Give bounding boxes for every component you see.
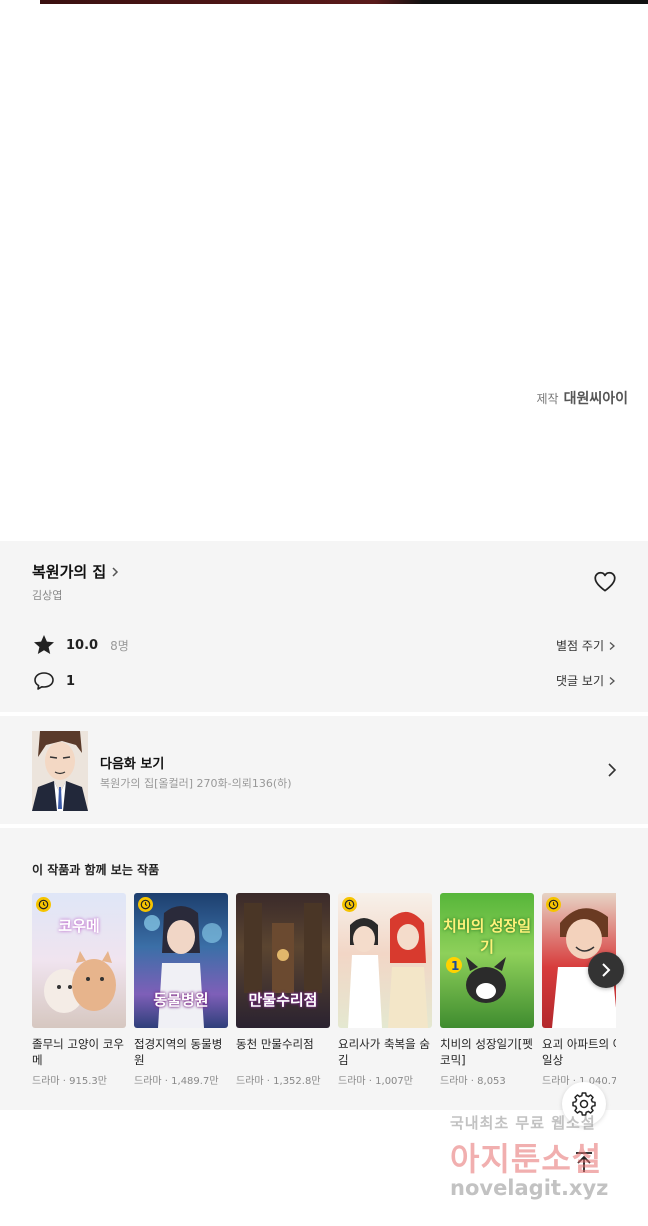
recommendation-card[interactable]: 만물수리점 동천 만물수리점 드라마 · 1,352.8만 xyxy=(236,893,330,1103)
clock-badge xyxy=(138,897,153,912)
view-count: 1,489.7만 xyxy=(171,1076,219,1087)
genre: 드라마 xyxy=(542,1076,570,1087)
credit-label: 제작 xyxy=(536,392,559,406)
cover-title-text: 코우메 xyxy=(58,917,100,935)
author-name: 김상엽 xyxy=(32,589,63,602)
star-icon xyxy=(34,635,54,654)
cover-title-text: 만물수리점 xyxy=(248,991,318,1009)
clock-icon xyxy=(140,899,151,910)
view-count: 1,007만 xyxy=(375,1076,413,1087)
comment-count: 1 xyxy=(66,673,76,689)
meta-separator: · xyxy=(263,1076,274,1087)
recommendation-title: 요괴 아파트의 아한 일상 xyxy=(542,1037,616,1067)
scroll-to-top-button[interactable] xyxy=(562,1140,606,1184)
view-count: 8,053 xyxy=(477,1076,506,1087)
cat-illustration xyxy=(44,951,116,1013)
recommendation-meta: 드라마 · 8,053 xyxy=(440,1072,534,1087)
production-credit: 제작 대원씨아이 xyxy=(537,388,629,408)
recommendation-cover xyxy=(338,893,432,1028)
svg-text:1: 1 xyxy=(451,959,459,973)
series-info-panel: 복원가의 집 김상엽 10.0 8명 별점 주기 1 댓글 보기 xyxy=(0,541,648,712)
recommendation-card[interactable]: 코우메 졸무늬 고양이 코우메 드라마 · 915.3만 xyxy=(32,893,126,1103)
carousel-next-button[interactable] xyxy=(588,952,624,988)
recommendation-meta: 드라마 · 915.3만 xyxy=(32,1072,126,1087)
recommendation-title: 요리사가 축복을 숨김 xyxy=(338,1037,430,1067)
next-episode-label: 다음화 보기 xyxy=(100,757,165,772)
comment-bubble-icon xyxy=(34,672,54,690)
view-comments-button[interactable]: 댓글 보기 xyxy=(556,672,616,689)
meta-separator: · xyxy=(467,1076,478,1087)
cover-title-text: 동물병원 xyxy=(153,991,209,1009)
next-episode-thumbnail xyxy=(32,731,88,811)
next-episode-button[interactable]: 다음화 보기 복원가의 집[올컬러] 270화-의뢰136(하) xyxy=(0,716,648,824)
recommendation-cover: 코우메 xyxy=(32,893,126,1028)
meta-separator: · xyxy=(161,1076,172,1087)
series-title-link[interactable]: 복원가의 집 xyxy=(32,561,120,582)
chevron-right-icon xyxy=(608,763,617,777)
genre: 드라마 xyxy=(134,1076,162,1087)
recommendations-section: 이 작품과 함께 보는 작품 코우메 졸무늬 고양이 코우메 드라마 · 915… xyxy=(0,828,648,1110)
recommendation-card[interactable]: 요괴 아파트의 아한 일상 드라마 · 1,040.7 xyxy=(542,893,616,1103)
recommendation-cover: 1 치비의 성장일기 xyxy=(440,893,534,1028)
next-episode-subtitle: 복원가의 집[올컬러] 270화-의뢰136(하) xyxy=(100,777,292,790)
cover-title-text: 치비의 성장일기 xyxy=(442,917,532,956)
settings-button[interactable] xyxy=(562,1082,606,1126)
genre: 드라마 xyxy=(440,1076,468,1087)
series-title: 복원가의 집 xyxy=(32,563,107,581)
favorite-button[interactable] xyxy=(592,569,618,595)
chevron-right-icon xyxy=(602,963,611,977)
dog-illustration: 1 xyxy=(446,957,506,1003)
clock-icon xyxy=(38,899,49,910)
meta-separator: · xyxy=(365,1076,376,1087)
chevron-right-icon xyxy=(609,641,615,650)
clock-badge xyxy=(36,897,51,912)
recommendation-cover: 동물병원 xyxy=(134,893,228,1028)
recommendation-card[interactable]: 요리사가 축복을 숨김 드라마 · 1,007만 xyxy=(338,893,432,1103)
clock-badge xyxy=(546,897,561,912)
genre: 드라마 xyxy=(338,1076,366,1087)
chevron-right-icon xyxy=(112,566,119,577)
rating-summary: 10.0 8명 xyxy=(32,633,129,657)
chevron-right-icon xyxy=(609,676,615,685)
heart-outline-icon xyxy=(594,571,616,592)
studio-name: 대원씨아이 xyxy=(563,391,628,407)
recommendation-card[interactable]: 1 치비의 성장일기 치비의 성장일기[펫코믹] 드라마 · 8,053 xyxy=(440,893,534,1103)
recommendation-meta: 드라마 · 1,489.7만 xyxy=(134,1072,228,1087)
recommendation-title: 접경지역의 동물병원 xyxy=(134,1037,223,1067)
recommendation-cover: 만물수리점 xyxy=(236,893,330,1028)
viewer-page: 제작 대원씨아이 복원가의 집 김상엽 10.0 8명 별점 주기 1 댓글 보… xyxy=(0,0,648,1226)
recommendation-title: 동천 만물수리점 xyxy=(236,1037,314,1051)
recommendation-title: 치비의 성장일기[펫코믹] xyxy=(440,1037,533,1067)
comic-image-bottom-edge xyxy=(40,0,648,4)
genre: 드라마 xyxy=(32,1076,60,1087)
recommendation-meta: 드라마 · 1,007만 xyxy=(338,1072,432,1087)
meta-separator: · xyxy=(59,1076,70,1087)
view-count: 915.3만 xyxy=(69,1076,107,1087)
clock-badge xyxy=(342,897,357,912)
rating-count: 8명 xyxy=(110,638,129,653)
recommendation-meta: 드라마 · 1,352.8만 xyxy=(236,1072,330,1087)
rate-label: 별점 주기 xyxy=(556,639,604,653)
rating-value: 10.0 xyxy=(66,637,99,653)
genre: 드라마 xyxy=(236,1076,264,1087)
recommendations-heading: 이 작품과 함께 보는 작품 xyxy=(32,863,160,877)
recommendation-card[interactable]: 동물병원 접경지역의 동물병원 드라마 · 1,489.7만 xyxy=(134,893,228,1103)
comment-summary: 1 xyxy=(32,669,75,693)
clock-icon xyxy=(344,899,355,910)
character-portrait-image xyxy=(32,731,88,811)
recommendation-title: 졸무늬 고양이 코우메 xyxy=(32,1037,124,1067)
recommendations-carousel: 코우메 졸무늬 고양이 코우메 드라마 · 915.3만 동물병원 접경지역의 … xyxy=(32,893,616,1103)
view-comments-label: 댓글 보기 xyxy=(556,674,604,688)
gear-icon xyxy=(572,1092,596,1116)
characters-illustration xyxy=(348,911,428,1028)
view-count: 1,352.8만 xyxy=(273,1076,321,1087)
arrow-up-icon xyxy=(576,1152,592,1172)
rate-button[interactable]: 별점 주기 xyxy=(556,637,616,654)
clock-icon xyxy=(548,899,559,910)
